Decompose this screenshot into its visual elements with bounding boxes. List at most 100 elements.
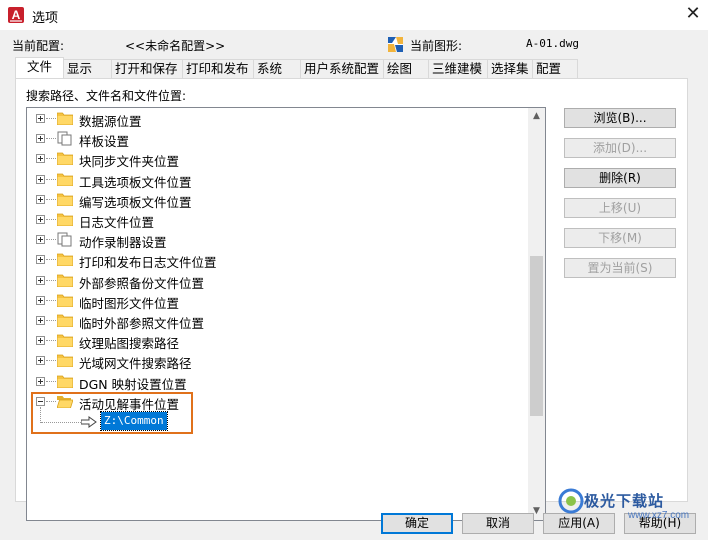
scroll-thumb[interactable] (530, 256, 543, 416)
tab-files[interactable]: 文件 (15, 57, 65, 78)
tab-3d-modeling[interactable]: 三维建模 (428, 59, 489, 78)
expand-icon[interactable] (36, 215, 45, 224)
files-panel: 搜索路径、文件名和文件位置: 数据源位置 样板设置 块同步文件夹位置 工具选项板文件位… (15, 78, 688, 521)
remove-button[interactable]: 删除(R) (564, 168, 676, 188)
tree-row[interactable]: 块同步文件夹位置 (27, 149, 527, 169)
annotation-highlight-box (31, 392, 193, 434)
tree-connector-line (46, 279, 56, 281)
tree-row[interactable]: 光域网文件搜索路径 (27, 351, 527, 371)
tree-connector-line (46, 158, 56, 160)
move-up-button[interactable]: 上移(U) (564, 198, 676, 218)
tree-row-label[interactable]: 光域网文件搜索路径 (79, 353, 192, 372)
drawing-file-icon (388, 37, 403, 52)
file-locations-tree[interactable]: 数据源位置 样板设置 块同步文件夹位置 工具选项板文件位置 编写选项板文件位置 日志文件位… (26, 107, 546, 521)
tree-row-label[interactable]: 日志文件位置 (79, 212, 154, 231)
tab-strip: 文件 显示 打开和保存 打印和发布 系统 用户系统配置 绘图 三维建模 选择集 … (15, 57, 579, 78)
tree-row[interactable]: 日志文件位置 (27, 210, 527, 230)
tree-connector-line (46, 259, 56, 261)
move-down-button[interactable]: 下移(M) (564, 228, 676, 248)
tab-profiles[interactable]: 配置 (532, 59, 579, 78)
tree-row-label[interactable]: 编写选项板文件位置 (79, 192, 192, 211)
tree-row[interactable]: 样板设置 (27, 129, 527, 149)
tree-row[interactable]: DGN 映射设置位置 (27, 372, 527, 392)
folder-icon (56, 375, 74, 388)
apply-button[interactable]: 应用(A) (543, 513, 615, 534)
tab-open-save[interactable]: 打开和保存 (111, 59, 184, 78)
autocad-app-icon: A (8, 7, 24, 23)
expand-icon[interactable] (36, 376, 45, 386)
expand-icon[interactable] (36, 235, 45, 245)
tree-row[interactable]: 打印和发布日志文件位置 (27, 250, 527, 270)
tree-connector-line (46, 118, 56, 119)
expand-icon[interactable] (36, 316, 45, 325)
tree-row[interactable]: 纹理贴图搜索路径 (27, 331, 527, 351)
tree-row-label[interactable]: DGN 映射设置位置 (79, 374, 187, 393)
close-button[interactable]: ✕ (678, 0, 708, 30)
expand-icon[interactable] (36, 356, 45, 366)
folder-icon (56, 152, 74, 166)
expand-icon[interactable] (36, 295, 45, 305)
scroll-up-icon[interactable]: ▲ (528, 108, 545, 125)
title-bar: A 选项 ✕ (0, 0, 708, 30)
cancel-button[interactable]: 取消 (462, 513, 534, 534)
tree-connector-line (46, 360, 56, 362)
tab-display[interactable]: 显示 (63, 59, 113, 78)
tree-row[interactable]: 动作录制器设置 (27, 230, 527, 250)
expand-icon[interactable] (36, 275, 45, 285)
folder-icon (56, 354, 74, 368)
folder-icon (56, 112, 74, 126)
tree-row-label[interactable]: 纹理贴图搜索路径 (79, 333, 179, 352)
current-drawing-value: A-01.dwg (526, 37, 579, 50)
tab-drafting[interactable]: 绘图 (383, 59, 430, 78)
tree-content: 数据源位置 样板设置 块同步文件夹位置 工具选项板文件位置 编写选项板文件位置 日志文件位… (27, 108, 529, 520)
tree-row[interactable]: 工具选项板文件位置 (27, 170, 527, 190)
tree-row-label[interactable]: 外部参照备份文件位置 (79, 273, 204, 292)
tree-row-label[interactable]: 样板设置 (79, 131, 129, 150)
current-profile-value: <<未命名配置>> (125, 39, 226, 53)
set-current-button[interactable]: 置为当前(S) (564, 258, 676, 278)
tree-row[interactable]: 临时外部参照文件位置 (27, 311, 527, 331)
tree-row[interactable]: 临时图形文件位置 (27, 291, 527, 311)
folder-icon (56, 213, 74, 227)
tab-system[interactable]: 系统 (253, 59, 302, 78)
tree-connector-line (46, 239, 56, 241)
tree-connector-line (46, 219, 56, 220)
expand-icon[interactable] (36, 174, 45, 184)
tab-plot-publish[interactable]: 打印和发布 (182, 59, 255, 78)
tree-row[interactable]: 数据源位置 (27, 109, 527, 129)
expand-icon[interactable] (36, 134, 45, 144)
tree-row-label[interactable]: 工具选项板文件位置 (79, 172, 192, 191)
expand-icon[interactable] (36, 194, 45, 204)
folder-icon (56, 334, 74, 348)
documents-icon (57, 232, 73, 247)
folder-icon (56, 173, 74, 186)
tree-row-label[interactable]: 打印和发布日志文件位置 (79, 252, 217, 271)
tree-row[interactable]: 编写选项板文件位置 (27, 190, 527, 210)
help-button[interactable]: 帮助(H) (624, 513, 696, 534)
tree-vertical-scrollbar[interactable]: ▲ ▼ (528, 108, 545, 520)
folder-icon (56, 314, 74, 328)
expand-icon[interactable] (36, 336, 45, 346)
current-profile-label: 当前配置: (12, 39, 65, 53)
window-title: 选项 (32, 11, 59, 26)
config-row: 当前配置: <<未命名配置>> 当前图形: A-01.dwg (0, 37, 708, 53)
folder-icon (56, 274, 74, 287)
tree-row[interactable]: 外部参照备份文件位置 (27, 271, 527, 291)
expand-icon[interactable] (36, 154, 45, 164)
tree-row-label[interactable]: 临时外部参照文件位置 (79, 313, 204, 332)
tree-connector-line (46, 320, 56, 321)
tree-connector-line (46, 380, 56, 382)
tree-row-label[interactable]: 动作录制器设置 (79, 232, 167, 251)
browse-button[interactable]: 浏览(B)... (564, 108, 676, 128)
expand-icon[interactable] (36, 255, 45, 265)
folder-icon (56, 193, 74, 207)
folder-icon (56, 294, 74, 308)
tree-row-label[interactable]: 块同步文件夹位置 (79, 151, 179, 170)
tree-row-label[interactable]: 数据源位置 (79, 111, 142, 130)
tree-row-label[interactable]: 临时图形文件位置 (79, 293, 179, 312)
tab-user-preferences[interactable]: 用户系统配置 (300, 59, 385, 78)
tab-selection[interactable]: 选择集 (487, 59, 534, 78)
ok-button[interactable]: 确定 (381, 513, 453, 534)
add-button[interactable]: 添加(D)... (564, 138, 676, 158)
expand-icon[interactable] (36, 114, 45, 123)
